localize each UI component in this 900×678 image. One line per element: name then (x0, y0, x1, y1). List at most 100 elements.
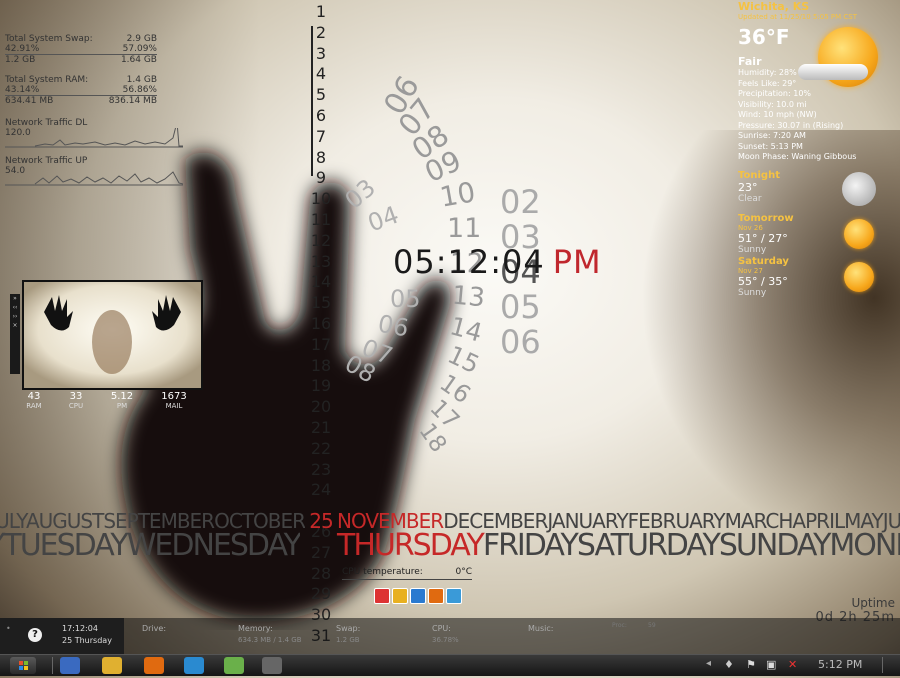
stop-icon[interactable] (374, 588, 390, 604)
spiral-digit: 02 (500, 183, 541, 221)
windows-logo-icon (19, 661, 28, 670)
launcher-dock (374, 588, 462, 604)
taskbar-app-icon[interactable] (184, 657, 204, 674)
weekday-current: THURSDAY (337, 528, 485, 562)
forecast-day: Tonight 23° Clear (738, 170, 898, 213)
weather-detail: Sunset: 5:13 PM (738, 141, 803, 151)
memory-value: 634.3 MB / 1.4 GB (238, 636, 302, 644)
weather-forecast: Tonight 23° Clear Tomorrow Nov 26 51° / 27° Su… (738, 170, 898, 299)
forecast-day: Saturday Nov 27 55° / 35° Sunny (738, 256, 898, 299)
weekdays-before: YTUESDAYWEDNESDAY (0, 528, 300, 562)
forecast-day-name: Saturday (738, 256, 789, 267)
media-stat-value: 33 (69, 391, 83, 402)
moon-icon (842, 172, 876, 206)
cpu-temperature: CPU temperature: 0°C (342, 567, 472, 580)
weekdays-after: FRIDAYSATURDAYSUNDAYMOND, (482, 528, 900, 562)
weather-detail: Moon Phase: Waning Gibbous (738, 152, 857, 161)
spiral-digit: 13 (450, 280, 487, 314)
sun-icon (844, 262, 874, 292)
media-controls-strip[interactable]: » ‹‹ ›› × (10, 294, 20, 374)
taskbar-utorrent-icon[interactable] (224, 657, 244, 674)
weather-detail: Sunrise: 7:20 AM (738, 131, 806, 140)
forecast-date: Nov 27 (738, 267, 763, 275)
windows-explorer-icon[interactable] (446, 588, 462, 604)
weather-detail: Visibility: 10.0 mi (738, 99, 807, 109)
taskbar-separator (52, 657, 53, 674)
forecast-day-name: Tonight (738, 170, 780, 181)
spiral-digit: 14 (446, 311, 486, 348)
media-stat-label: CPU (68, 402, 84, 410)
forecast-temps: 51° / 27° (738, 232, 788, 245)
swap-info-label: Swap: (336, 624, 361, 633)
media-stat-value: 5.12 (110, 391, 134, 402)
weather-details: Humidity: 28% Feels Like: 29° Precipitatio… (738, 68, 898, 163)
music-label: Music: (528, 624, 554, 633)
spiral-digit: 11 (447, 213, 482, 244)
taskbar: ◂ ♦ ⚑ ▣ ✕ 5:12 PM (0, 654, 900, 676)
tray-flag-icon[interactable]: ⚑ (746, 658, 756, 671)
cpu-temp-value: 0°C (455, 567, 472, 577)
media-thumbnail-image (24, 282, 201, 388)
media-stat-value: 43 (27, 391, 41, 402)
forecast-day: Tomorrow Nov 26 51° / 27° Sunny (738, 213, 898, 256)
cloud-icon (798, 64, 868, 80)
sun-icon (844, 219, 874, 249)
forecast-date: Nov 26 (738, 224, 763, 232)
media-stat-value: 1673 (161, 391, 187, 402)
infobar-date: 25 Thursday (62, 636, 112, 645)
weather-detail: Wind: 10 mph (NW) (738, 110, 817, 119)
media-stat: 33 CPU (56, 391, 96, 410)
weather-widget: Wichita, KS Updated at 11/25/10 5:05 PM … (738, 0, 898, 163)
taskbar-alien-icon[interactable] (262, 657, 282, 674)
tray-volume-muted-icon[interactable]: ✕ (788, 658, 797, 671)
memory-label: Memory: (238, 624, 273, 633)
swap-info-value: 1.2 GB (336, 636, 360, 644)
media-stat-label: MAIL (165, 402, 183, 410)
media-stat-label: PM (116, 402, 128, 410)
weekdays-ribbon: YTUESDAYWEDNESDAY THURSDAYFRIDAYSATURDAYS… (0, 528, 900, 562)
digital-clock: 05:12:04 PM (393, 243, 602, 281)
drive-label: Drive: (142, 624, 167, 633)
forecast-temps: 55° / 35° (738, 275, 788, 288)
media-stat: 43 RAM (14, 391, 54, 410)
taskbar-firefox-icon[interactable] (144, 657, 164, 674)
tray-expand-icon[interactable]: ◂ (706, 658, 711, 669)
tray-network-icon[interactable]: ▣ (766, 658, 776, 671)
help-icon[interactable]: ? (28, 628, 42, 642)
media-stats: 43 RAM 33 CPU 5.12 PM 1673 MAIL (14, 391, 204, 415)
start-button[interactable] (10, 657, 36, 674)
forecast-condition: Sunny (738, 288, 767, 298)
spiral-digit: 04 (364, 200, 403, 238)
spiral-digit: 05 (500, 288, 541, 326)
clock-ampm: PM (552, 243, 602, 281)
taskbar-clock[interactable]: 5:12 PM (818, 658, 862, 671)
taskbar-folder-icon[interactable] (102, 657, 122, 674)
proc-value: 59 (648, 622, 656, 629)
media-thumbnail[interactable] (22, 280, 203, 390)
media-stat-label: RAM (26, 402, 42, 410)
weather-location[interactable]: Wichita, KS (738, 0, 898, 13)
clock-panel: • ? 17:12:04 25 Thursday (0, 618, 124, 654)
cpu-temp-label: CPU temperature: (342, 567, 423, 577)
proc-label: Proc: (612, 622, 627, 629)
media-stat: 5.12 PM (102, 391, 142, 410)
weather-updated: Updated at 11/25/10 5:05 PM CST (738, 13, 857, 21)
taskbar-app-explorer-icon[interactable] (60, 657, 80, 674)
folder-icon[interactable] (392, 588, 408, 604)
spiral-digit: 05 (390, 285, 421, 313)
cpu-info-value: 36.78% (432, 636, 459, 644)
media-stat: 1673 MAIL (154, 391, 194, 410)
cpu-info-label: CPU: (432, 624, 451, 633)
spiral-digit: 06 (500, 323, 541, 361)
system-info-bar: • ? 17:12:04 25 Thursday Drive: Memory: … (0, 618, 900, 654)
uptime-label: Uptime (851, 596, 895, 610)
weather-detail: Feels Like: 29° (738, 78, 797, 88)
ie-icon[interactable] (410, 588, 426, 604)
tray-drop-icon[interactable]: ♦ (724, 658, 734, 671)
forecast-day-name: Tomorrow (738, 213, 794, 224)
clock-time: 05:12:04 (393, 243, 545, 281)
firefox-icon[interactable] (428, 588, 444, 604)
forecast-condition: Sunny (738, 245, 767, 255)
weather-detail: Precipitation: 10% (738, 89, 812, 98)
show-desktop-button[interactable] (882, 657, 895, 673)
